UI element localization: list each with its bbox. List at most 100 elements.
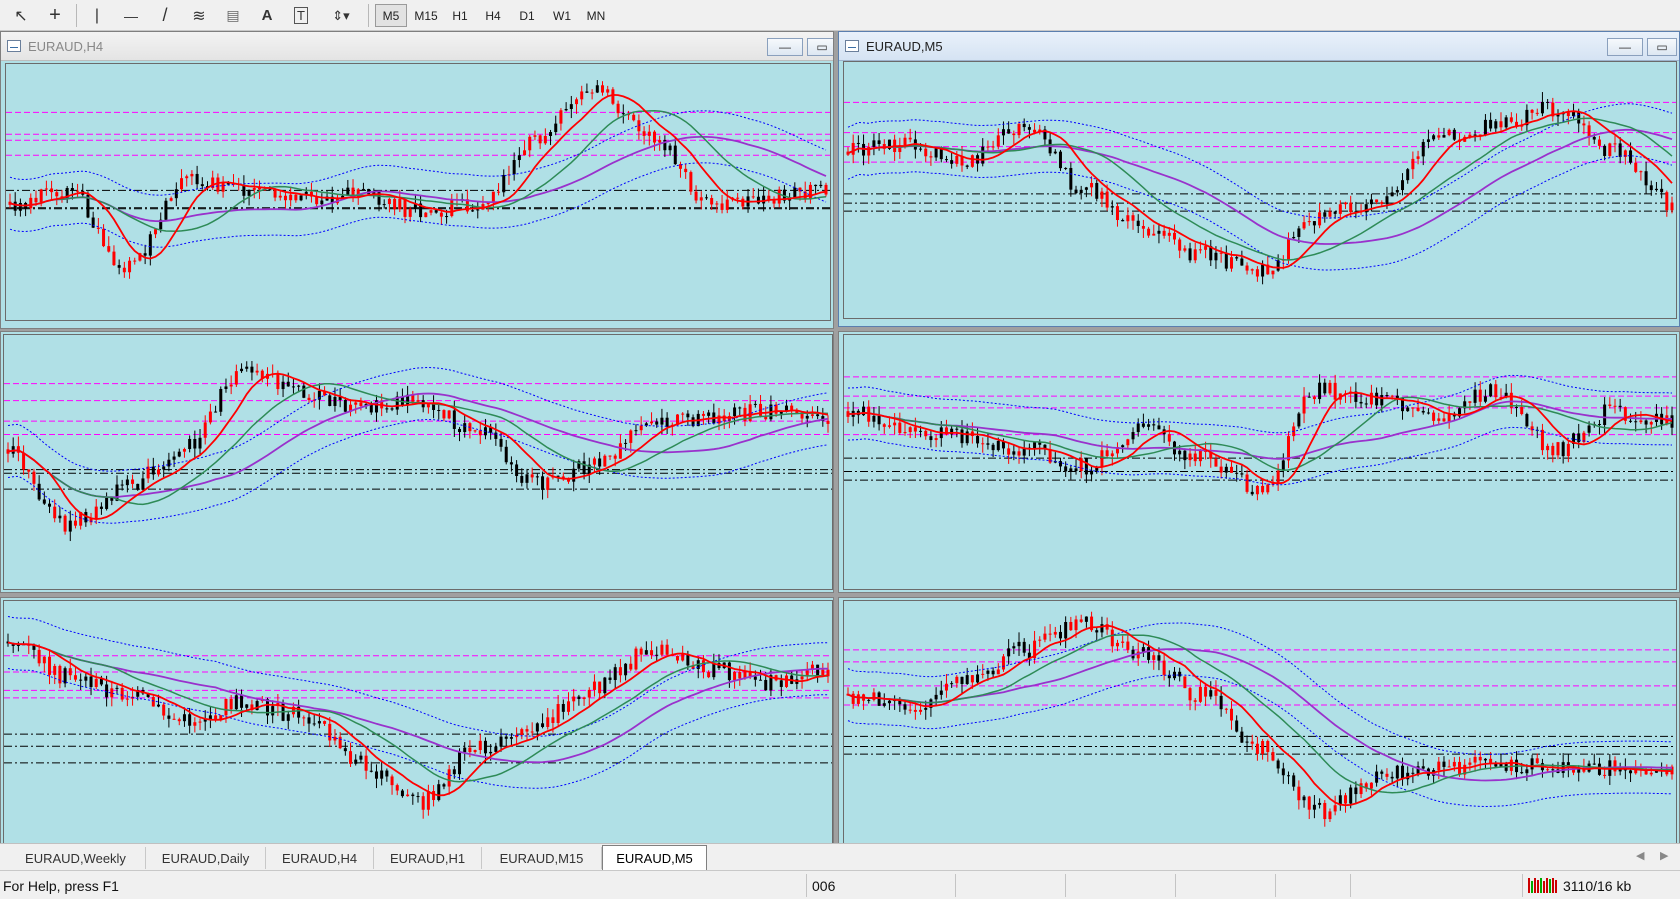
text-tool-button[interactable]: A [254, 2, 280, 29]
candle-body [434, 210, 438, 213]
timeframe-mn-button[interactable]: MN [580, 4, 612, 27]
candle-body [960, 676, 964, 684]
minimize-button[interactable]: — [1607, 38, 1643, 56]
timeframe-m5-button[interactable]: M5 [375, 4, 407, 27]
chart-window-m5[interactable]: EURAUD,M5 — ▭ [838, 31, 1680, 327]
minimize-button[interactable]: — [767, 38, 803, 56]
candle-body [1038, 639, 1042, 641]
candle-body [1064, 621, 1068, 639]
fibo-fan-tool-button[interactable]: ▤ [220, 2, 246, 29]
chart-window-bottom-left[interactable] [0, 597, 834, 873]
candle-body [416, 796, 420, 798]
chart-plot[interactable] [843, 61, 1677, 319]
candle-body [1349, 787, 1353, 804]
candle-body [452, 410, 456, 429]
candle-body [1100, 191, 1104, 199]
candle-body [442, 410, 446, 419]
connection-status: 3110/16 kb [1528, 875, 1631, 896]
candle-body [1566, 112, 1570, 117]
candle-body [533, 135, 537, 137]
vertical-line-tool-button[interactable]: | [84, 2, 110, 29]
candle-body [1188, 248, 1192, 261]
candle-body [281, 381, 285, 390]
candle-body [198, 437, 202, 449]
candle-body [650, 650, 654, 656]
cursor-tool-button[interactable]: ↖ [8, 2, 34, 29]
chart-window-titlebar[interactable]: EURAUD,M5 — ▭ [839, 32, 1679, 61]
candle-body [283, 195, 287, 201]
tab-euraud-m5[interactable]: EURAUD,M5 [602, 845, 707, 870]
candle-body [541, 723, 545, 727]
candle-body [442, 784, 446, 787]
chart-plot[interactable] [5, 63, 831, 321]
candle-body [1592, 763, 1596, 765]
tab-euraud-h4[interactable]: EURAUD,H4 [266, 847, 374, 869]
candle-body [110, 688, 114, 698]
candle-body [1079, 189, 1083, 194]
candle-body [1644, 420, 1648, 425]
candle-body [1157, 655, 1161, 661]
text-label-tool-button[interactable]: T [288, 2, 314, 29]
candle-body [1634, 162, 1638, 172]
candle-body [294, 194, 298, 201]
candle-body [1235, 720, 1239, 732]
candle-body [1546, 101, 1550, 103]
candle-body [535, 723, 539, 732]
candle-body [390, 408, 394, 410]
candle-body [512, 160, 516, 175]
candle-body [1597, 139, 1601, 146]
candle-body [1302, 396, 1306, 414]
candle-body [1649, 421, 1653, 425]
candle-body [328, 723, 332, 741]
chart-window-bottom-right[interactable] [838, 597, 1680, 873]
candle-body [286, 381, 290, 387]
tab-euraud-m15[interactable]: EURAUD,M15 [482, 847, 602, 869]
candle-body [1421, 410, 1425, 413]
candle-body [509, 462, 513, 465]
chart-plot[interactable] [843, 334, 1677, 590]
maximize-button[interactable]: ▭ [807, 38, 833, 56]
maximize-button[interactable]: ▭ [1647, 38, 1677, 56]
candle-body [585, 91, 589, 93]
crosshair-tool-button[interactable]: + [42, 2, 68, 29]
candle-body [307, 397, 311, 401]
candle-body [720, 203, 724, 210]
candle-body [1349, 202, 1353, 213]
candle-body [1318, 382, 1322, 400]
candle-body [950, 160, 954, 164]
tab-scroll-right-icon[interactable]: ▶ [1660, 849, 1668, 862]
arrows-tool-button[interactable]: ⇕▾ [324, 2, 358, 29]
chart-window-middle-right[interactable] [838, 331, 1680, 593]
candle-body [1167, 232, 1171, 236]
candle-body [764, 679, 768, 691]
timeframe-d1-button[interactable]: D1 [512, 4, 542, 27]
timeframe-w1-button[interactable]: W1 [546, 4, 578, 27]
trendline-tool-button[interactable]: / [152, 2, 178, 29]
fibonacci-tool-button[interactable]: ≋ [186, 2, 212, 29]
chart-plot[interactable] [3, 334, 833, 590]
tab-euraud-daily[interactable]: EURAUD,Daily [146, 847, 266, 869]
candle-body [172, 718, 176, 720]
candle-body [1043, 633, 1047, 640]
candle-body [561, 704, 565, 712]
tab-euraud-h1[interactable]: EURAUD,H1 [374, 847, 482, 869]
timeframe-h1-button[interactable]: H1 [445, 4, 475, 27]
tab-scroll-left-icon[interactable]: ◀ [1636, 849, 1644, 862]
timeframe-m15-button[interactable]: M15 [409, 4, 443, 27]
candle-body [851, 142, 855, 155]
candle-body [592, 681, 596, 690]
tab-euraud-weekly[interactable]: EURAUD,Weekly [6, 847, 146, 869]
candle-body [738, 407, 742, 409]
chart-plot[interactable] [843, 600, 1677, 872]
chart-window-middle-left[interactable] [0, 331, 834, 593]
chart-workspace: EURAUD,H4 — ▭ EURAUD,M5 — ▭ [0, 31, 1680, 873]
chart-window-h4[interactable]: EURAUD,H4 — ▭ [0, 31, 834, 329]
connection-traffic: 3110/16 kb [1563, 877, 1632, 894]
timeframe-h4-button[interactable]: H4 [478, 4, 508, 27]
chart-window-titlebar[interactable]: EURAUD,H4 — ▭ [1, 32, 833, 61]
candle-body [117, 265, 121, 268]
horizontal-line-tool-button[interactable]: — [118, 2, 144, 29]
candle-body [608, 677, 612, 680]
candle-body [1494, 384, 1498, 398]
chart-plot[interactable] [3, 600, 833, 872]
